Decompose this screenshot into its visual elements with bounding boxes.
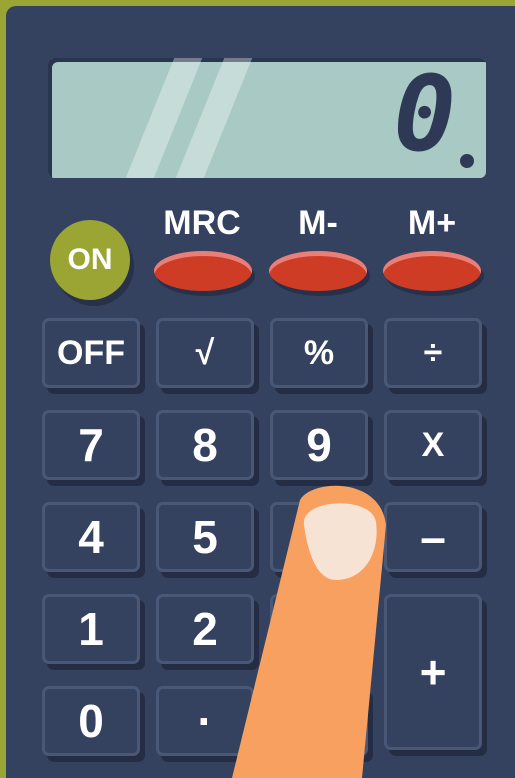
digit-1-button[interactable]: 1 [42,594,140,664]
digit-2-button[interactable]: 2 [156,594,254,664]
minus-button[interactable]: – [384,502,482,572]
digit-3-button[interactable] [270,594,368,664]
plus-button[interactable]: + [384,594,482,750]
memory-recall-button[interactable] [154,251,252,291]
on-button[interactable]: ON [50,220,130,300]
memory-plus-button[interactable] [383,251,481,291]
display-decimal-point [460,154,474,168]
digit-9-button[interactable]: 9 [270,410,368,480]
equals-button[interactable] [270,686,368,756]
divide-button[interactable]: ÷ [384,318,482,388]
percent-button[interactable]: % [270,318,368,388]
memory-plus-label: M+ [407,204,457,242]
memory-minus-button[interactable] [269,251,367,291]
digit-8-button[interactable]: 8 [156,410,254,480]
multiply-button[interactable]: X [384,410,482,480]
calculator-body: 0 ON MRC M- M+ OFF √ % ÷ 7 8 9 X 4 5 – 1… [6,6,515,778]
memory-recall-label: MRC [163,204,241,242]
memory-minus-label: M- [298,204,338,242]
display-value: 0 [393,58,456,175]
calculator-display: 0 [48,58,486,178]
digit-4-button[interactable]: 4 [42,502,140,572]
digit-0-button[interactable]: 0 [42,686,140,756]
digit-7-button[interactable]: 7 [42,410,140,480]
digit-5-button[interactable]: 5 [156,502,254,572]
square-root-button[interactable]: √ [156,318,254,388]
off-button[interactable]: OFF [42,318,140,388]
digit-6-button[interactable] [270,502,368,572]
decimal-point-button[interactable]: · [156,686,254,756]
